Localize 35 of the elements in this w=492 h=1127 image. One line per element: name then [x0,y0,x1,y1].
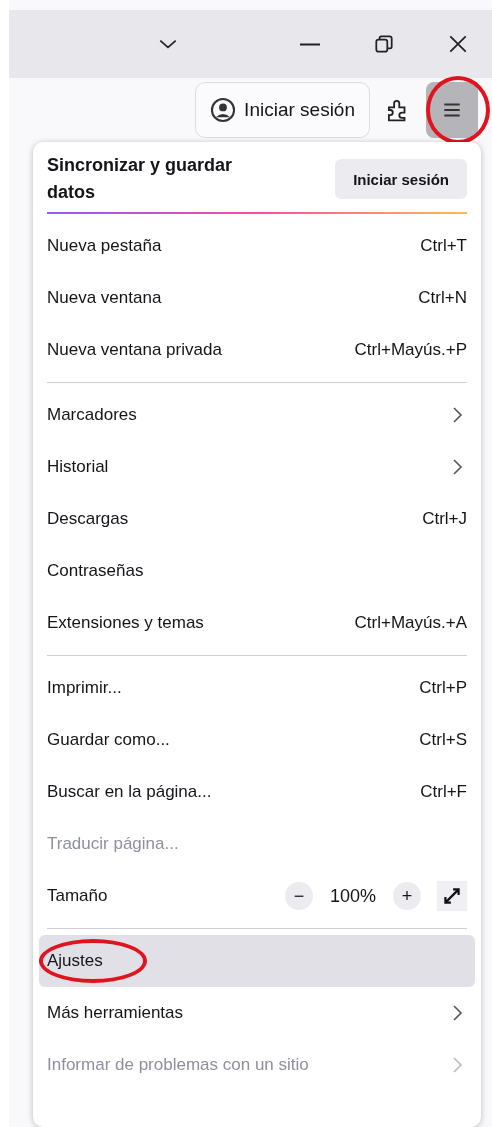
shortcut-label: Ctrl+S [419,730,467,750]
menu-item[interactable]: Extensiones y temas Ctrl+Mayús.+A [47,597,467,649]
shortcut-label: Ctrl+J [422,509,467,529]
fullscreen-button[interactable] [437,881,467,911]
shortcut-label: Ctrl+F [420,782,467,802]
menu-item[interactable]: Más herramientas [47,987,467,1039]
menu-item[interactable]: Historial [47,441,467,493]
menu-item[interactable]: Contraseñas [47,545,467,597]
shortcut-label: Ctrl+P [419,678,467,698]
zoom-out-button[interactable]: − [285,882,313,910]
sign-in-button[interactable]: Iniciar sesión [335,159,467,199]
menu-item[interactable]: Marcadores [47,389,467,441]
restore-icon [373,33,395,55]
menu-item[interactable]: Guardar como... Ctrl+S [47,714,467,766]
expand-arrows-icon [441,885,463,907]
account-icon [210,97,237,123]
menu-button[interactable] [426,82,478,138]
sync-title: Sincronizar y guardar datos [47,154,234,204]
zoom-level: 100% [328,885,377,907]
shortcut-label: Ctrl+T [420,236,467,256]
close-icon [447,33,469,55]
minimize-icon [300,42,320,46]
menu-item[interactable]: Ajustes [39,935,475,987]
shortcut-label: Ctrl+Mayús.+A [354,613,467,633]
sign-in-button[interactable]: Iniciar sesión [195,82,370,138]
menu-item[interactable]: Imprimir... Ctrl+P [47,662,467,714]
zoom-in-button[interactable]: + [393,882,421,910]
menu-item[interactable]: Nueva ventana Ctrl+N [47,272,467,324]
menu-item[interactable]: Nueva pestaña Ctrl+T [47,220,467,272]
menu-item[interactable]: Buscar en la página... Ctrl+F [47,766,467,818]
menu-item[interactable]: Nueva ventana privada Ctrl+Mayús.+P [47,324,467,376]
menu-item-label: Tamaño [47,886,109,906]
shortcut-label: Ctrl+Mayús.+P [354,340,467,360]
menu-item[interactable]: Descargas Ctrl+J [47,493,467,545]
shortcut-label: Ctrl+N [418,288,467,308]
